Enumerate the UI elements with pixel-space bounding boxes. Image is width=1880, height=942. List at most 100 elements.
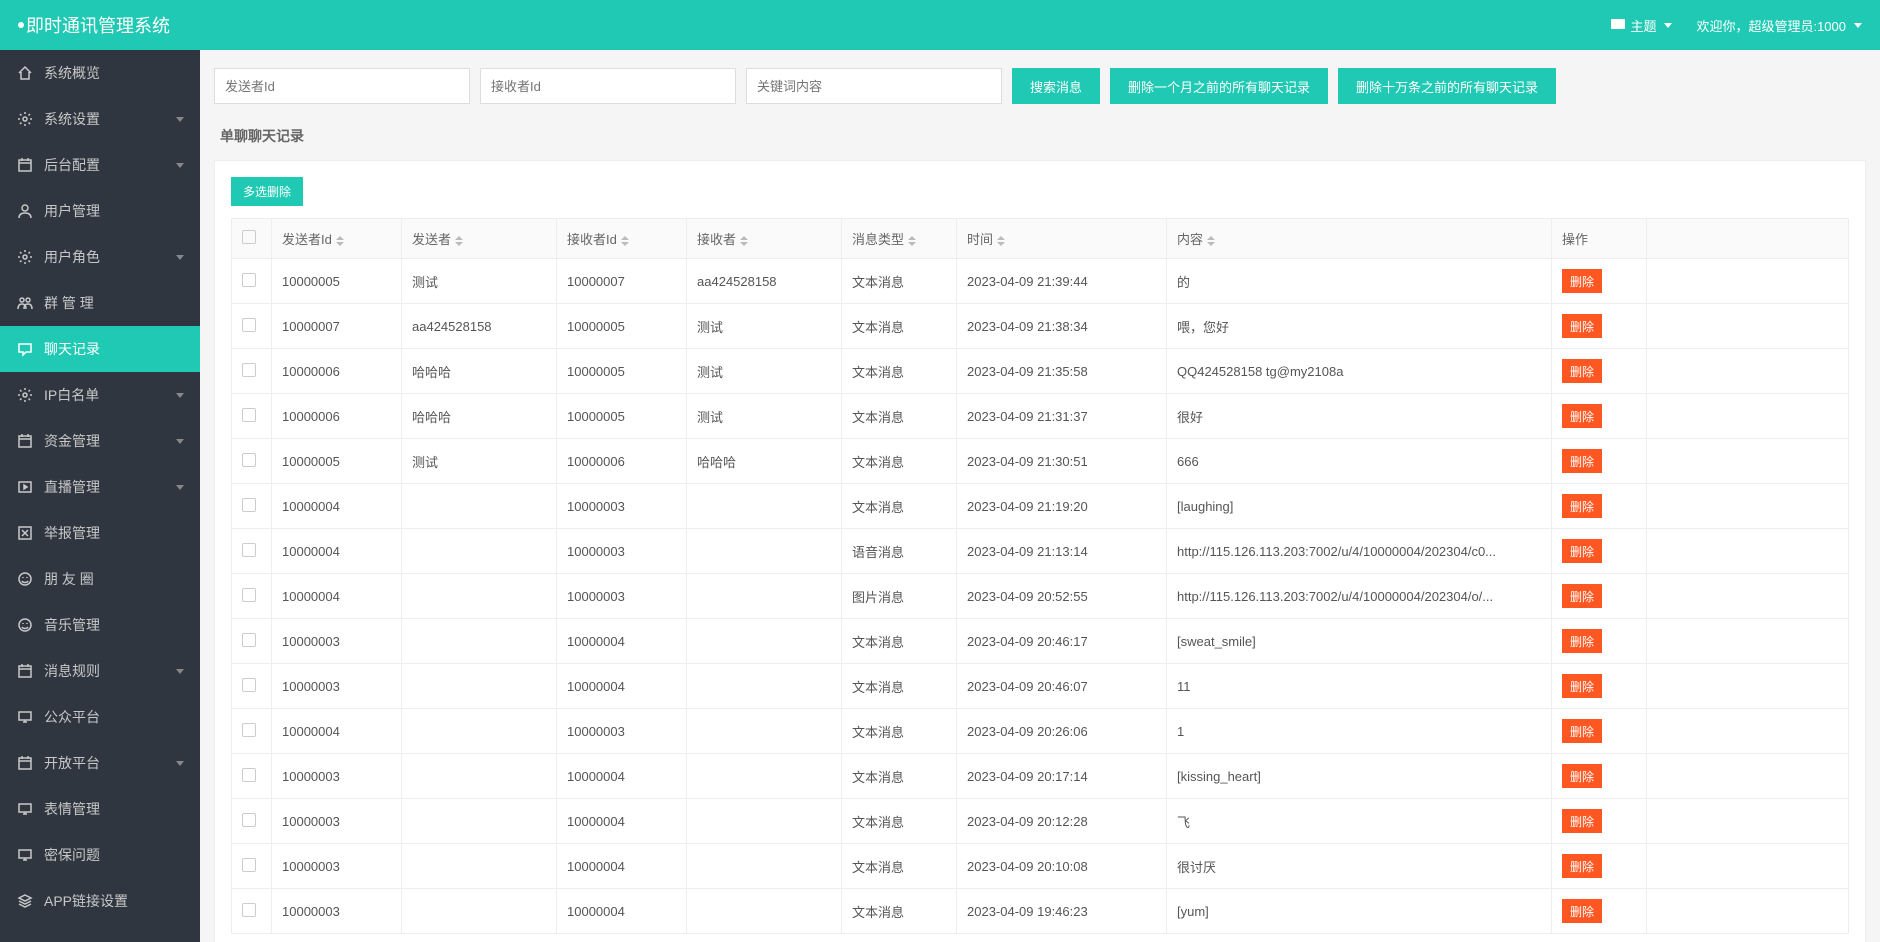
delete-row-button[interactable]: 删除 (1562, 314, 1602, 338)
delete-row-button[interactable]: 删除 (1562, 854, 1602, 878)
sidebar-item-label: 系统概览 (44, 63, 100, 83)
delete-row-button[interactable]: 删除 (1562, 899, 1602, 923)
delete-row-button[interactable]: 删除 (1562, 269, 1602, 293)
delete-row-button[interactable]: 删除 (1562, 719, 1602, 743)
delete-row-button[interactable]: 删除 (1562, 674, 1602, 698)
cell-content: http://115.126.113.203:7002/u/4/10000004… (1167, 529, 1552, 574)
delete-row-button[interactable]: 删除 (1562, 359, 1602, 383)
search-button[interactable]: 搜索消息 (1012, 68, 1100, 104)
row-checkbox[interactable] (242, 543, 256, 557)
row-checkbox[interactable] (242, 318, 256, 332)
cell-content: [kissing_heart] (1167, 754, 1552, 799)
col-sender[interactable]: 发送者 (402, 219, 557, 259)
delete-row-button[interactable]: 删除 (1562, 584, 1602, 608)
col-msg-type[interactable]: 消息类型 (842, 219, 957, 259)
cell-sender-id: 10000003 (272, 754, 402, 799)
delete-100k-button[interactable]: 删除十万条之前的所有聊天记录 (1338, 68, 1556, 104)
cell-msg-type: 文本消息 (842, 484, 957, 529)
calendar-icon (16, 663, 34, 679)
cell-time: 2023-04-09 20:52:55 (957, 574, 1167, 619)
cell-time: 2023-04-09 20:12:28 (957, 799, 1167, 844)
sidebar-item-label: 朋 友 圈 (44, 569, 94, 589)
row-checkbox[interactable] (242, 903, 256, 917)
row-checkbox[interactable] (242, 813, 256, 827)
receiver-id-input[interactable] (480, 68, 736, 104)
keyword-input[interactable] (746, 68, 1002, 104)
sidebar-item-12[interactable]: 音乐管理 (0, 602, 200, 648)
sidebar-item-5[interactable]: 群 管 理 (0, 280, 200, 326)
sidebar-item-label: 后台配置 (44, 155, 100, 175)
table-row: 1000000410000003语音消息2023-04-09 21:13:14h… (232, 529, 1849, 574)
col-receiver-id[interactable]: 接收者Id (557, 219, 687, 259)
delete-row-button[interactable]: 删除 (1562, 764, 1602, 788)
multi-delete-button[interactable]: 多选删除 (231, 177, 303, 206)
calendar-icon (16, 157, 34, 173)
sidebar-item-16[interactable]: 表情管理 (0, 786, 200, 832)
cell-receiver-id: 10000006 (557, 439, 687, 484)
cell-msg-type: 语音消息 (842, 529, 957, 574)
table-row: 1000000310000004文本消息2023-04-09 19:46:23[… (232, 889, 1849, 934)
table-row: 1000000410000003文本消息2023-04-09 21:19:20[… (232, 484, 1849, 529)
row-checkbox[interactable] (242, 363, 256, 377)
user-menu[interactable]: 欢迎你，超级管理员:1000 (1696, 16, 1862, 35)
sidebar-item-7[interactable]: IP白名单 (0, 372, 200, 418)
col-time[interactable]: 时间 (957, 219, 1167, 259)
cell-sender (402, 709, 557, 754)
col-sender-id[interactable]: 发送者Id (272, 219, 402, 259)
row-checkbox[interactable] (242, 858, 256, 872)
cell-receiver-id: 10000005 (557, 394, 687, 439)
delete-row-button[interactable]: 删除 (1562, 404, 1602, 428)
sidebar-item-17[interactable]: 密保问题 (0, 832, 200, 878)
delete-row-button[interactable]: 删除 (1562, 494, 1602, 518)
row-checkbox[interactable] (242, 453, 256, 467)
delete-row-button[interactable]: 删除 (1562, 449, 1602, 473)
sidebar-item-label: 资金管理 (44, 431, 100, 451)
delete-row-button[interactable]: 删除 (1562, 539, 1602, 563)
col-content[interactable]: 内容 (1167, 219, 1552, 259)
row-checkbox[interactable] (242, 273, 256, 287)
sidebar-item-4[interactable]: 用户角色 (0, 234, 200, 280)
row-checkbox[interactable] (242, 678, 256, 692)
sidebar-item-14[interactable]: 公众平台 (0, 694, 200, 740)
sidebar-item-2[interactable]: 后台配置 (0, 142, 200, 188)
row-checkbox[interactable] (242, 498, 256, 512)
cell-receiver-id: 10000003 (557, 529, 687, 574)
cell-receiver: 测试 (687, 304, 842, 349)
cell-sender (402, 754, 557, 799)
sender-id-input[interactable] (214, 68, 470, 104)
select-all-checkbox[interactable] (242, 230, 256, 244)
cell-msg-type: 文本消息 (842, 709, 957, 754)
sidebar-item-11[interactable]: 朋 友 圈 (0, 556, 200, 602)
delete-row-button[interactable]: 删除 (1562, 629, 1602, 653)
cell-sender-id: 10000004 (272, 574, 402, 619)
row-checkbox[interactable] (242, 408, 256, 422)
cell-receiver (687, 844, 842, 889)
row-checkbox[interactable] (242, 723, 256, 737)
sidebar-item-3[interactable]: 用户管理 (0, 188, 200, 234)
cell-time: 2023-04-09 20:26:06 (957, 709, 1167, 754)
sidebar-item-0[interactable]: 系统概览 (0, 50, 200, 96)
chevron-down-icon (176, 117, 184, 122)
sidebar-item-8[interactable]: 资金管理 (0, 418, 200, 464)
sidebar-item-18[interactable]: APP链接设置 (0, 878, 200, 924)
sidebar-item-15[interactable]: 开放平台 (0, 740, 200, 786)
chevron-down-icon (176, 255, 184, 260)
cell-receiver: 测试 (687, 394, 842, 439)
row-checkbox[interactable] (242, 588, 256, 602)
sidebar-item-6[interactable]: 聊天记录 (0, 326, 200, 372)
monitor-icon (16, 847, 34, 863)
sort-icon (1207, 236, 1215, 246)
row-checkbox[interactable] (242, 768, 256, 782)
cell-time: 2023-04-09 20:17:14 (957, 754, 1167, 799)
sidebar-item-13[interactable]: 消息规则 (0, 648, 200, 694)
col-receiver[interactable]: 接收者 (687, 219, 842, 259)
delete-row-button[interactable]: 删除 (1562, 809, 1602, 833)
delete-month-button[interactable]: 删除一个月之前的所有聊天记录 (1110, 68, 1328, 104)
sidebar-item-9[interactable]: 直播管理 (0, 464, 200, 510)
cell-receiver-id: 10000004 (557, 889, 687, 934)
sort-icon (740, 236, 748, 246)
theme-dropdown[interactable]: 主题 (1610, 16, 1672, 35)
row-checkbox[interactable] (242, 633, 256, 647)
sidebar-item-1[interactable]: 系统设置 (0, 96, 200, 142)
sidebar-item-10[interactable]: 举报管理 (0, 510, 200, 556)
